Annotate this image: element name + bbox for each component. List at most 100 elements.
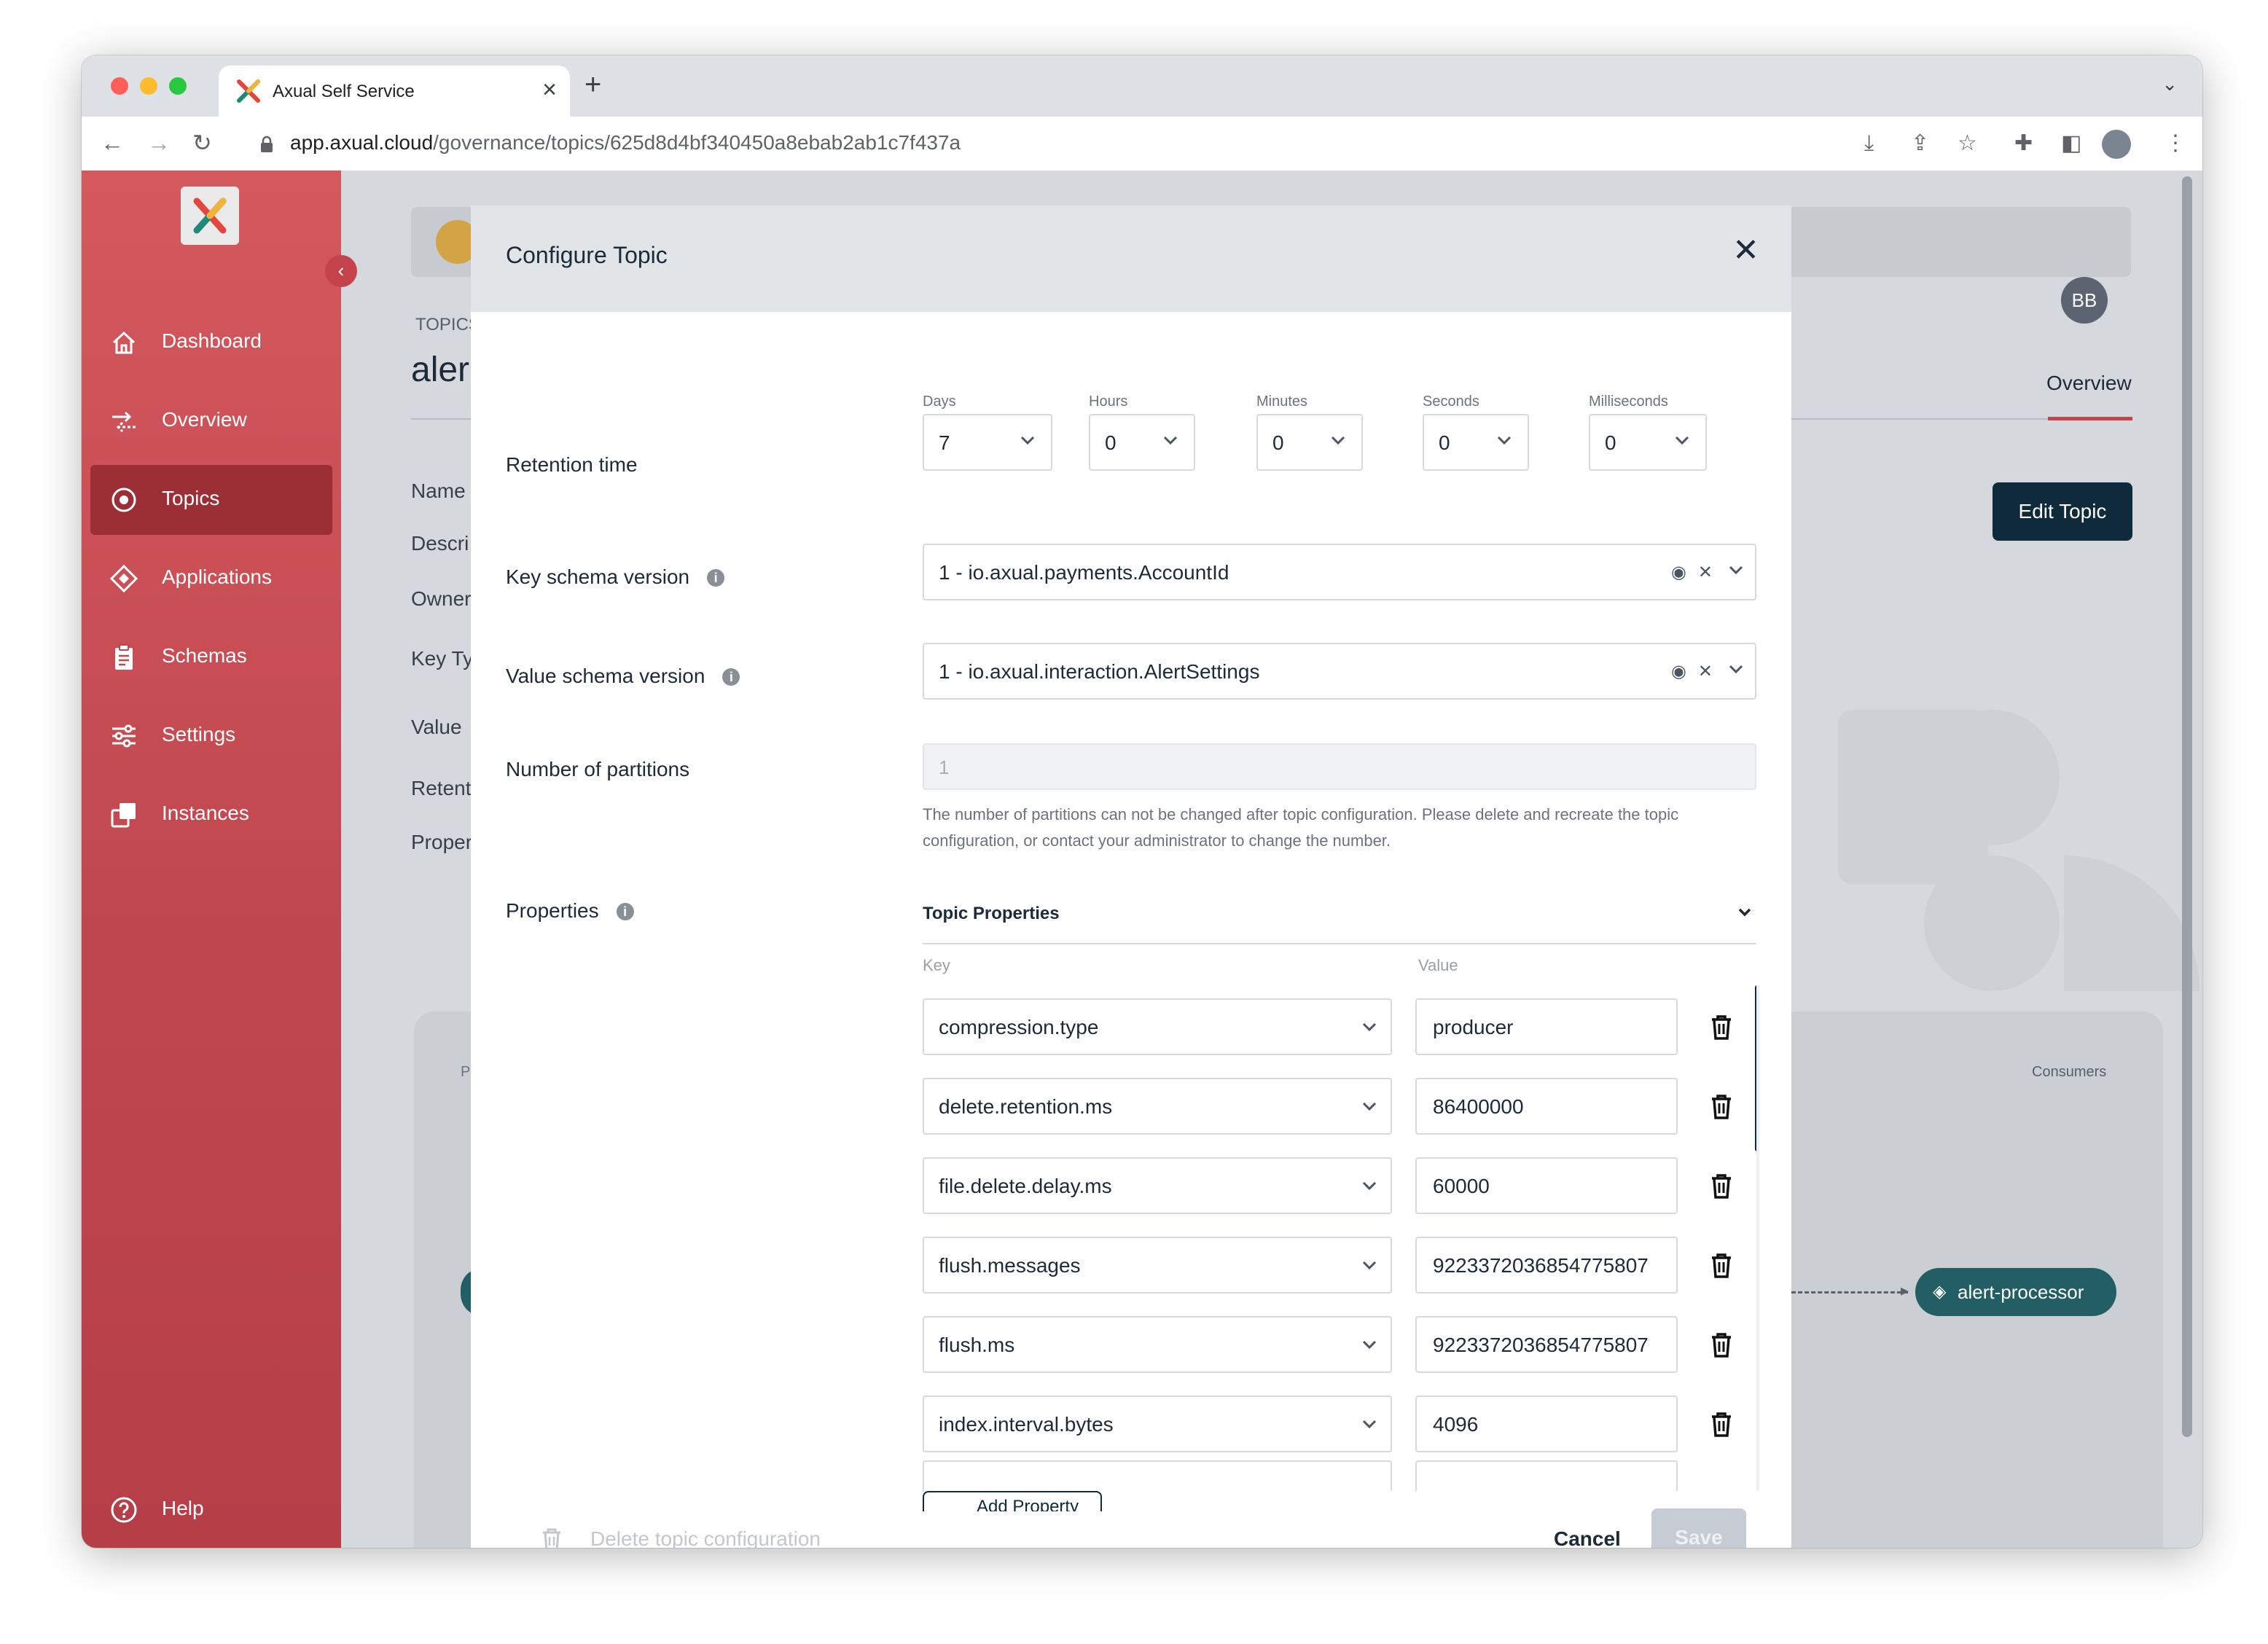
properties-scroll-area[interactable]: compression.type producer delete.retention… (923, 985, 1759, 1491)
retention-hours-select[interactable]: 0 (1089, 414, 1195, 471)
delete-topic-configuration-button[interactable]: Delete topic configuration (590, 1527, 821, 1548)
chevron-down-icon[interactable] (1736, 904, 1753, 921)
retention-minutes-select[interactable]: 0 (1256, 414, 1363, 471)
retention-unit-label: Minutes (1256, 394, 1308, 410)
tab-title: Axual Self Service (273, 82, 415, 101)
collapse-sidebar-button[interactable]: ‹ (325, 255, 357, 287)
property-value-input[interactable]: 4096 (1415, 1396, 1678, 1452)
back-icon[interactable]: ← (101, 130, 124, 156)
property-value-input[interactable]: 86400000 (1415, 1078, 1678, 1135)
add-property-button[interactable]: Add Property (923, 1491, 1102, 1511)
dialog-title: Configure Topic (506, 242, 668, 268)
value-schema-select[interactable]: 1 - io.axual.interaction.AlertSettings ◉… (923, 643, 1756, 700)
clear-icon[interactable]: ✕ (1698, 662, 1713, 682)
sidepanel-icon[interactable]: ◧ (2061, 131, 2081, 156)
browser-tab[interactable]: Axual Self Service × (219, 66, 570, 117)
new-tab-icon[interactable]: + (584, 70, 601, 99)
partitions-input: 1 (923, 743, 1756, 790)
info-icon[interactable]: i (722, 668, 740, 686)
chevron-down-icon (1362, 1340, 1377, 1350)
properties-scroll-track (1756, 985, 1759, 1491)
key-schema-select[interactable]: 1 - io.axual.payments.AccountId ◉ ✕ (923, 544, 1756, 600)
bookmark-star-icon[interactable]: ☆ (1958, 131, 1977, 156)
retention-unit-label: Hours (1089, 394, 1128, 410)
chevron-down-icon[interactable] (1724, 558, 1748, 582)
close-icon[interactable]: ✕ (1732, 235, 1759, 267)
lock-icon (261, 136, 273, 152)
reload-icon[interactable]: ↻ (192, 130, 212, 156)
chevron-down-icon (1020, 436, 1035, 445)
trash-icon[interactable] (541, 1527, 563, 1548)
retention-unit-value: 0 (1272, 431, 1284, 454)
trash-icon[interactable] (1710, 1253, 1733, 1279)
dialog-header: Configure Topic ✕ (471, 206, 1791, 312)
install-icon[interactable]: ⤓ (1864, 131, 1874, 156)
extensions-icon[interactable]: ✚ (2014, 131, 2033, 156)
retention-unit-value: 7 (939, 431, 950, 454)
partitions-help-text: The number of partitions can not be chan… (923, 802, 1678, 854)
properties-label: Properties i (506, 899, 634, 923)
chevron-down-icon[interactable] (1724, 657, 1748, 681)
partitions-help-line: configuration, or contact your administr… (923, 831, 1391, 850)
trash-icon[interactable] (1710, 1094, 1733, 1120)
url-field[interactable]: app.axual.cloud/governance/topics/625d8d… (290, 131, 961, 154)
property-key-select[interactable]: delete.retention.ms (923, 1078, 1392, 1135)
retention-unit-label: Days (923, 394, 956, 410)
chevron-down-icon (1362, 1022, 1377, 1032)
trash-icon[interactable] (1710, 1412, 1733, 1438)
retention-unit-value: 0 (1439, 431, 1450, 454)
profile-avatar[interactable] (2102, 130, 2131, 159)
chevron-down-icon (1163, 436, 1178, 445)
close-tab-icon[interactable]: × (542, 77, 557, 102)
info-icon[interactable]: i (616, 903, 634, 920)
property-value-input[interactable]: 9223372036854775807 (1415, 1237, 1678, 1293)
retention-days-select[interactable]: 7 (923, 414, 1052, 471)
share-icon[interactable]: ⇪ (1911, 131, 1929, 156)
property-key-select[interactable]: flush.messages (923, 1237, 1392, 1293)
property-key-select[interactable]: flush.ms (923, 1316, 1392, 1373)
property-key-value: flush.ms (939, 1334, 1015, 1356)
property-key-select[interactable]: file.delete.delay.ms (923, 1157, 1392, 1214)
property-value-input[interactable] (1415, 1460, 1678, 1491)
property-value-text: 4096 (1433, 1413, 1479, 1436)
partitions-label: Number of partitions (506, 758, 690, 780)
key-schema-label: Key schema version i (506, 565, 725, 589)
info-icon[interactable]: i (707, 569, 725, 587)
maximize-window-button[interactable] (169, 77, 187, 95)
menu-kebab-icon[interactable]: ⋮ (2165, 131, 2186, 156)
property-key-select[interactable]: compression.type (923, 998, 1392, 1055)
trash-icon[interactable] (1710, 1173, 1733, 1199)
forward-icon[interactable]: → (147, 130, 171, 156)
topic-properties-header[interactable]: Topic Properties (923, 886, 1756, 944)
app-viewport: Dashboard Overview Topics Applications S… (82, 171, 2202, 1548)
property-key-select[interactable]: index.interval.bytes (923, 1396, 1392, 1452)
view-schema-eye-icon[interactable]: ◉ (1671, 662, 1686, 682)
property-key-value: index.interval.bytes (939, 1413, 1114, 1436)
chevron-down-icon (1497, 436, 1512, 445)
minimize-window-button[interactable] (140, 77, 157, 95)
key-schema-value: 1 - io.axual.payments.AccountId (939, 561, 1229, 584)
property-value-input[interactable]: 9223372036854775807 (1415, 1316, 1678, 1373)
retention-seconds-select[interactable]: 0 (1423, 414, 1529, 471)
partitions-value: 1 (939, 756, 950, 778)
tab-search-chevron-icon[interactable]: ⌄ (2162, 73, 2178, 95)
property-value-text: 86400000 (1433, 1095, 1524, 1118)
save-button[interactable]: Save (1651, 1508, 1746, 1548)
retention-milliseconds-select[interactable]: 0 (1589, 414, 1707, 471)
cancel-button[interactable]: Cancel (1554, 1527, 1621, 1548)
trash-icon[interactable] (1710, 1332, 1733, 1358)
property-value-input[interactable]: 60000 (1415, 1157, 1678, 1214)
address-bar-row: ← → ↻ app.axual.cloud/governance/topics/… (82, 117, 2202, 171)
browser-window: Axual Self Service × + ⌄ ← → ↻ app.axual… (82, 55, 2202, 1548)
close-window-button[interactable] (111, 77, 128, 95)
chevron-down-icon (1362, 1261, 1377, 1270)
property-key-value: flush.messages (939, 1254, 1081, 1277)
value-column-header: Value (1418, 956, 1458, 974)
value-schema-label-text: Value schema version (506, 665, 705, 687)
trash-icon[interactable] (1710, 1014, 1733, 1041)
clear-icon[interactable]: ✕ (1698, 563, 1713, 583)
chevron-down-icon (1362, 1420, 1377, 1429)
property-key-select[interactable] (923, 1460, 1392, 1491)
property-value-input[interactable]: producer (1415, 998, 1678, 1055)
view-schema-eye-icon[interactable]: ◉ (1671, 563, 1686, 583)
